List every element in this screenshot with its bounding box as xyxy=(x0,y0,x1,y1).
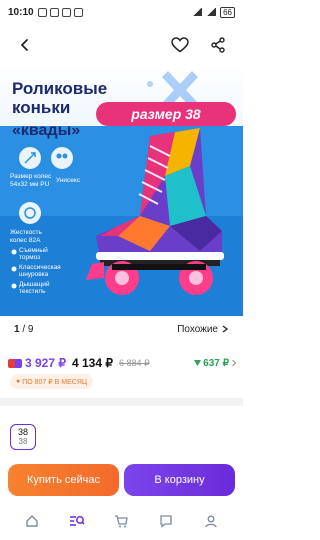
nav-search[interactable] xyxy=(65,509,89,533)
signal-icon xyxy=(206,8,217,16)
old-price: 6 884 ₽ xyxy=(119,357,150,368)
share-icon xyxy=(211,37,225,53)
action-bar: Купить сейчас В корзину xyxy=(0,464,243,496)
nav-chat[interactable] xyxy=(154,509,178,533)
hero-title-1: Роликовые xyxy=(12,79,107,98)
size-option[interactable]: 38 38 xyxy=(10,424,36,450)
main-price: 4 134 ₽ xyxy=(72,356,113,370)
nav-cart[interactable] xyxy=(109,509,133,533)
hero-title-2: коньки xyxy=(12,98,70,117)
arrow-left-icon xyxy=(21,39,28,51)
chat-icon xyxy=(160,515,172,528)
image-counter: 1 / 9 xyxy=(14,323,34,335)
mail-icon xyxy=(61,7,71,17)
profile-icon xyxy=(205,515,217,528)
share-button[interactable] xyxy=(207,34,229,56)
favorite-button[interactable] xyxy=(169,34,191,56)
wifi-icon xyxy=(192,8,203,16)
installment-badge[interactable]: ● ПО 807 ₽ В МЕСЯЦ xyxy=(10,374,94,389)
chevron-right-icon xyxy=(222,325,229,333)
similar-link[interactable]: Похожие xyxy=(177,324,229,335)
nav-home[interactable] xyxy=(20,509,44,533)
card-price: 3 927 ₽ xyxy=(8,356,66,370)
status-time: 10:10 xyxy=(8,6,34,18)
feature-unisex: Унисекс xyxy=(56,177,81,184)
down-arrow-icon xyxy=(194,360,202,366)
add-to-cart-button[interactable]: В корзину xyxy=(124,464,235,496)
product-image[interactable]: Роликовые коньки «квады» размер 38 Разме… xyxy=(0,66,243,316)
top-nav xyxy=(0,26,243,64)
search-icon xyxy=(69,516,85,526)
bottom-nav xyxy=(0,506,243,536)
hardness-icon xyxy=(19,202,41,224)
cart-icon xyxy=(115,515,129,528)
section-divider xyxy=(0,398,243,406)
message-icon xyxy=(49,7,59,17)
card-icon xyxy=(8,358,22,368)
notification-icon xyxy=(37,7,47,17)
feature-hardness: Жесткость колес 82А xyxy=(10,229,43,244)
gallery-row: 1 / 9 Похожие xyxy=(0,318,243,340)
feature-wheels: Размер колес 54х32 мм PU xyxy=(10,173,52,188)
home-icon xyxy=(26,515,38,527)
size-badge-label: размер 38 xyxy=(130,106,201,122)
product-page: 10:10 66 Роликовые коньки «квады» размер… xyxy=(0,0,243,540)
nav-profile[interactable] xyxy=(199,509,223,533)
chevron-right-icon xyxy=(232,359,237,367)
heart-icon xyxy=(171,37,189,53)
back-button[interactable] xyxy=(14,34,36,56)
installment-icon: ● xyxy=(16,378,21,385)
unisex-icon xyxy=(51,147,73,169)
battery-icon: 66 xyxy=(220,6,235,18)
buy-now-button[interactable]: Купить сейчас xyxy=(8,464,119,496)
vk-icon xyxy=(73,7,83,17)
product-banner: Роликовые коньки «квады» размер 38 Разме… xyxy=(0,66,243,316)
hero-title-3: «квады» xyxy=(12,122,80,139)
status-bar: 10:10 66 xyxy=(0,0,243,24)
bonus-badge[interactable]: 637 ₽ xyxy=(194,358,237,369)
feature-textile: Дышащий текстиль xyxy=(19,280,50,295)
price-row: 3 927 ₽ 4 134 ₽ 6 884 ₽ 637 ₽ xyxy=(8,352,237,374)
